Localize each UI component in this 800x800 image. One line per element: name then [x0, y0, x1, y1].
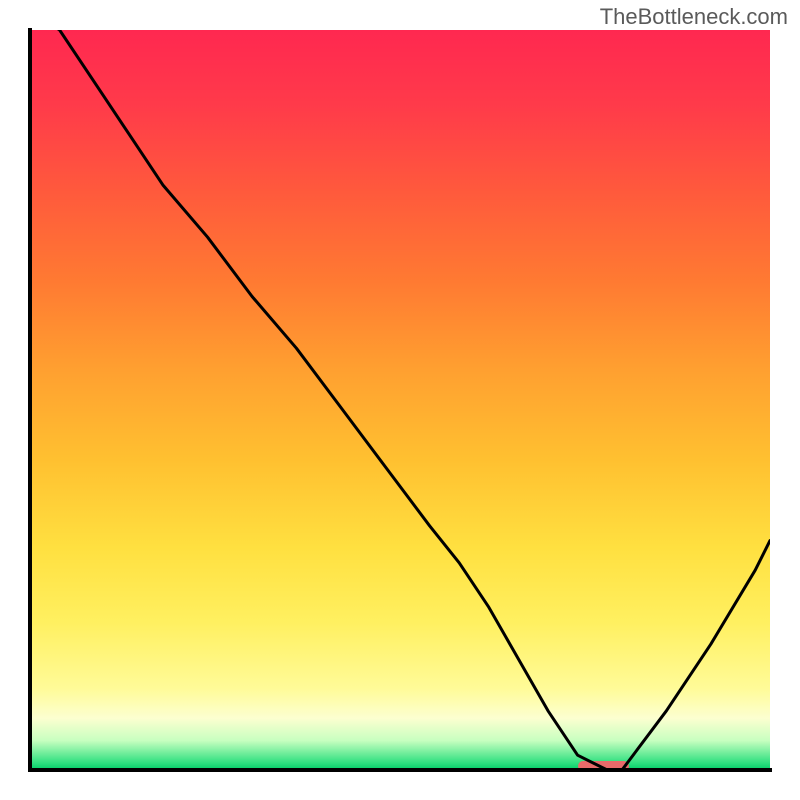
plot-area — [30, 30, 770, 770]
watermark-text: TheBottleneck.com — [600, 4, 788, 30]
bottleneck-curve — [30, 30, 770, 770]
chart-container: TheBottleneck.com — [0, 0, 800, 800]
